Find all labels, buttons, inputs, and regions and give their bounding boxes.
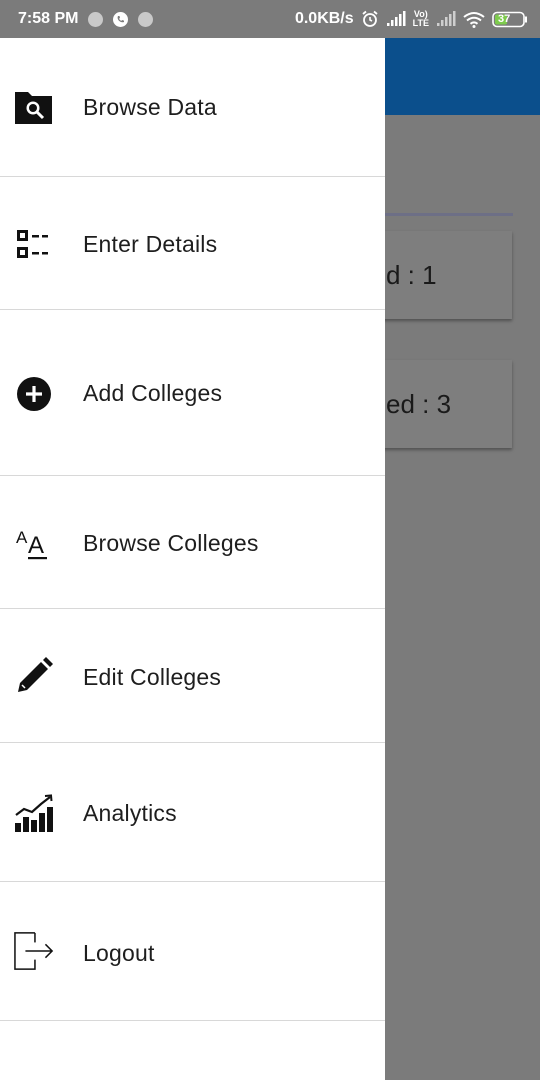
whatsapp-icon	[113, 11, 129, 27]
nav-label: Edit Colleges	[83, 664, 222, 690]
stat-card: d : 1	[372, 231, 512, 319]
tab-indicator	[370, 213, 513, 216]
stat-card: ed : 3	[372, 360, 512, 448]
nav-item-logout[interactable]: Logout	[0, 882, 385, 1021]
nav-label: Enter Details	[83, 231, 218, 257]
alarm-icon	[361, 10, 379, 28]
status-time: 7:58 PM	[18, 10, 79, 27]
folder-search-icon	[14, 88, 54, 128]
pencil-icon	[14, 656, 54, 696]
svg-text:A: A	[28, 532, 44, 559]
logout-icon	[14, 931, 54, 971]
form-list-icon	[14, 225, 54, 265]
nav-item-edit-colleges[interactable]: Edit Colleges	[0, 609, 385, 743]
notification-dot-icon	[138, 11, 154, 27]
nav-item-browse-data[interactable]: Browse Data	[0, 38, 385, 177]
nav-item-enter-details[interactable]: Enter Details	[0, 177, 385, 310]
analytics-chart-icon	[14, 793, 54, 833]
network-speed: 0.0KB/s	[294, 10, 354, 27]
nav-item-browse-colleges[interactable]: AA Browse Colleges	[0, 476, 385, 609]
nav-label: Logout	[83, 940, 155, 966]
nav-label: Analytics	[83, 800, 177, 826]
nav-label: Browse Colleges	[83, 530, 259, 556]
signal-strength-icon	[386, 11, 406, 27]
volte-icon: Vo) LTE	[412, 9, 429, 28]
navigation-drawer: Browse Data Enter Details Add Colleges A…	[0, 38, 385, 1080]
battery-icon: 37	[492, 11, 528, 28]
svg-text:A: A	[16, 528, 28, 547]
status-bar: 7:58 PM 0.0KB/s Vo) LTE 37	[0, 0, 540, 38]
signal-weak-icon	[436, 11, 456, 27]
add-circle-icon	[14, 374, 54, 414]
notification-dot-icon	[88, 11, 104, 27]
nav-item-analytics[interactable]: Analytics	[0, 743, 385, 882]
nav-label: Browse Data	[83, 94, 217, 120]
nav-label: Add Colleges	[83, 380, 223, 406]
text-format-icon: AA	[14, 523, 54, 563]
wifi-icon	[463, 11, 485, 28]
nav-item-add-colleges[interactable]: Add Colleges	[0, 310, 385, 476]
